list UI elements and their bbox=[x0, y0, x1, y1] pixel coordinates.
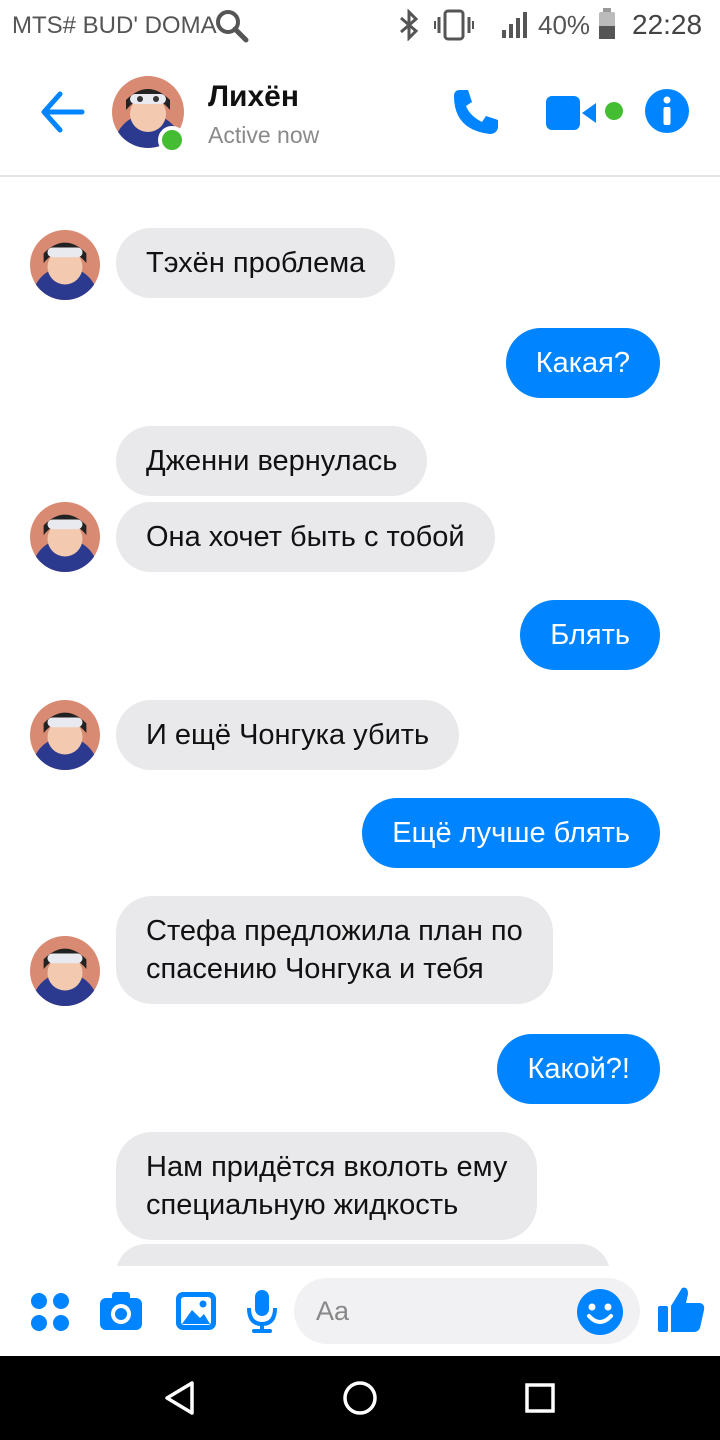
camera-icon[interactable] bbox=[98, 1290, 144, 1337]
sender-avatar[interactable] bbox=[30, 936, 100, 1006]
status-bar: MTS# BUD' DOMA 40% 22:28 bbox=[0, 0, 720, 50]
conversation-header: Лихён Active now bbox=[0, 50, 720, 177]
voice-call-button[interactable] bbox=[450, 86, 502, 138]
info-icon bbox=[645, 89, 689, 133]
incoming-message[interactable]: Она хочет быть с тобой bbox=[116, 502, 495, 572]
back-triangle-icon[interactable] bbox=[160, 1378, 200, 1418]
video-call-button[interactable] bbox=[544, 90, 628, 136]
system-navigation-bar bbox=[0, 1356, 720, 1440]
clock: 22:28 bbox=[632, 9, 703, 40]
apps-grid-icon[interactable] bbox=[30, 1292, 70, 1337]
sender-avatar[interactable] bbox=[30, 502, 100, 572]
incoming-message[interactable]: Дженни вернулась bbox=[116, 426, 428, 496]
incoming-message[interactable]: Тэхён проблема bbox=[116, 228, 396, 298]
sender-avatar[interactable] bbox=[30, 700, 100, 770]
back-arrow-icon bbox=[41, 91, 85, 133]
search-icon bbox=[214, 8, 250, 49]
home-circle-icon[interactable] bbox=[340, 1378, 380, 1418]
back-button[interactable] bbox=[38, 88, 86, 136]
incoming-message[interactable]: Нам придётся вколоть ему специальную жид… bbox=[116, 1132, 538, 1240]
bluetooth-icon bbox=[398, 8, 420, 46]
signal-icon bbox=[500, 10, 528, 45]
microphone-icon[interactable] bbox=[246, 1288, 278, 1339]
incoming-message-partial[interactable] bbox=[116, 1244, 610, 1266]
contact-name[interactable]: Лихён bbox=[208, 80, 299, 114]
recents-square-icon[interactable] bbox=[520, 1378, 560, 1418]
message-composer bbox=[0, 1266, 720, 1356]
vibrate-icon bbox=[434, 8, 474, 47]
thumbs-up-icon[interactable] bbox=[656, 1284, 706, 1339]
phone-icon bbox=[454, 90, 498, 134]
incoming-message[interactable]: Стефа предложила план по спасению Чонгук… bbox=[116, 896, 553, 1004]
incoming-message[interactable]: И ещё Чонгука убить bbox=[116, 700, 460, 770]
battery-icon bbox=[598, 8, 616, 45]
message-input[interactable] bbox=[316, 1292, 556, 1330]
contact-status: Active now bbox=[208, 122, 320, 148]
outgoing-message[interactable]: Блять bbox=[520, 600, 660, 670]
online-indicator bbox=[158, 126, 186, 154]
carrier-name: MTS# BUD' DOMA bbox=[12, 12, 217, 39]
outgoing-message[interactable]: Ещё лучше блять bbox=[362, 798, 660, 868]
battery-percent: 40% bbox=[538, 10, 591, 40]
message-list[interactable]: Тэхён проблема Какая? Дженни вернулась О… bbox=[0, 180, 720, 1266]
message-input-field[interactable] bbox=[294, 1278, 640, 1344]
video-camera-icon bbox=[546, 96, 623, 130]
outgoing-message[interactable]: Какая? bbox=[505, 328, 660, 398]
info-button[interactable] bbox=[644, 88, 690, 134]
gallery-icon[interactable] bbox=[174, 1290, 218, 1337]
emoji-icon[interactable] bbox=[576, 1288, 624, 1336]
outgoing-message[interactable]: Какой?! bbox=[497, 1034, 660, 1104]
sender-avatar[interactable] bbox=[30, 230, 100, 300]
